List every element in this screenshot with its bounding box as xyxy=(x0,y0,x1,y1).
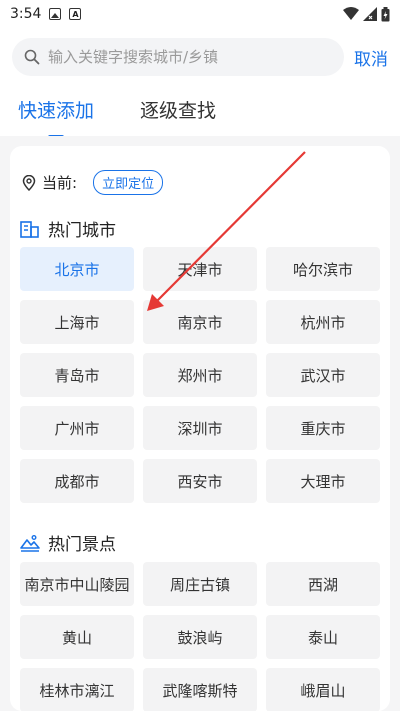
tab-quick-add[interactable]: 快速添加 xyxy=(18,96,94,135)
spot-cell[interactable]: 黄山 xyxy=(20,615,134,659)
locate-button[interactable]: 立即定位 xyxy=(93,170,164,195)
building-icon xyxy=(20,220,39,238)
location-row: 当前: 立即定位 xyxy=(22,170,164,195)
mountain-icon xyxy=(20,534,40,552)
city-cell[interactable]: 郑州市 xyxy=(143,353,257,397)
city-cell[interactable]: 杭州市 xyxy=(266,300,380,344)
city-card: 当前: 立即定位 热门城市 北京市 天津市 哈尔滨市 上海市 南京市 杭州市 青… xyxy=(10,146,390,711)
hot-cities-grid: 北京市 天津市 哈尔滨市 上海市 南京市 杭州市 青岛市 郑州市 武汉市 广州市… xyxy=(20,247,380,503)
search-box[interactable] xyxy=(12,38,344,76)
spot-cell[interactable]: 泰山 xyxy=(266,615,380,659)
city-cell[interactable]: 大理市 xyxy=(266,459,380,503)
search-input[interactable] xyxy=(48,48,332,66)
hot-cities-label: 热门城市 xyxy=(48,221,116,241)
hot-spots-title: 热门景点 xyxy=(20,530,116,555)
tab-step-search[interactable]: 逐级查找 xyxy=(140,96,216,135)
hot-spots-grid: 南京市中山陵园 周庄古镇 西湖 黄山 鼓浪屿 泰山 桂林市漓江 武隆喀斯特 峨眉… xyxy=(20,562,380,711)
location-label: 当前: xyxy=(42,174,78,192)
search-row: 取消 xyxy=(12,38,392,76)
battery-icon xyxy=(381,6,390,21)
cancel-button[interactable]: 取消 xyxy=(354,45,388,70)
spot-cell[interactable]: 西湖 xyxy=(266,562,380,606)
a-icon: A xyxy=(69,8,82,20)
gallery-icon xyxy=(49,8,62,20)
spot-cell[interactable]: 武隆喀斯特 xyxy=(143,668,257,711)
spot-cell[interactable]: 鼓浪屿 xyxy=(143,615,257,659)
city-cell[interactable]: 青岛市 xyxy=(20,353,134,397)
city-cell[interactable]: 上海市 xyxy=(20,300,134,344)
status-time: 3:54 xyxy=(10,6,42,22)
spot-cell[interactable]: 桂林市漓江 xyxy=(20,668,134,711)
hot-spots-label: 热门景点 xyxy=(48,535,116,555)
city-cell[interactable]: 广州市 xyxy=(20,406,134,450)
signal-icon xyxy=(363,7,377,21)
hot-cities-title: 热门城市 xyxy=(20,216,116,241)
city-cell[interactable]: 武汉市 xyxy=(266,353,380,397)
city-cell[interactable]: 天津市 xyxy=(143,247,257,291)
city-cell[interactable]: 南京市 xyxy=(143,300,257,344)
city-cell[interactable]: 西安市 xyxy=(143,459,257,503)
spot-cell[interactable]: 周庄古镇 xyxy=(143,562,257,606)
city-cell[interactable]: 哈尔滨市 xyxy=(266,247,380,291)
status-bar: 3:54 A xyxy=(0,0,400,28)
city-cell[interactable]: 北京市 xyxy=(20,247,134,291)
tab-bar: 快速添加 逐级查找 xyxy=(18,96,216,135)
search-icon xyxy=(24,49,40,65)
spot-cell[interactable]: 南京市中山陵园 xyxy=(20,562,134,606)
city-cell[interactable]: 深圳市 xyxy=(143,406,257,450)
city-cell[interactable]: 成都市 xyxy=(20,459,134,503)
location-pin-icon xyxy=(22,174,36,191)
spot-cell[interactable]: 峨眉山 xyxy=(266,668,380,711)
wifi-icon xyxy=(343,7,359,20)
city-cell[interactable]: 重庆市 xyxy=(266,406,380,450)
